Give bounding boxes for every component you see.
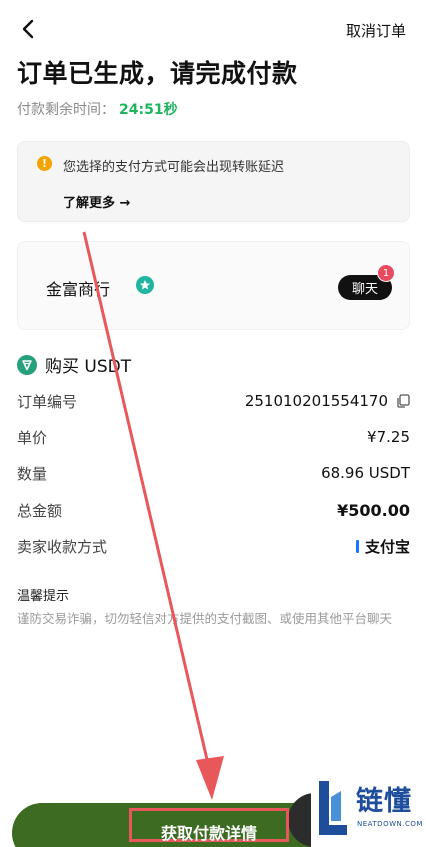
quantity-value: 68.96 USDT [321, 464, 410, 482]
order-header: 购买 USDT [17, 352, 131, 377]
unit-price-label: 单价 [17, 428, 48, 447]
notice-card: ! 您选择的支付方式可能会出现转账延迟 了解更多 → [17, 141, 410, 222]
cancel-order-button[interactable]: 取消订单 [346, 20, 406, 41]
unread-badge: 1 [377, 264, 395, 282]
watermark-brand: 链懂 [356, 786, 412, 817]
annotation-arrow-icon [82, 231, 224, 800]
order-number-row: 订单编号 251010201554170 [17, 389, 410, 413]
back-button[interactable] [16, 14, 40, 44]
total-amount-label: 总金额 [17, 501, 63, 520]
total-amount-value: ¥500.00 [337, 500, 410, 520]
copy-icon[interactable] [396, 394, 410, 408]
tips-text: 谨防交易诈骗，切勿轻信对方提供的支付截图、或使用其他平台聊天 [17, 611, 393, 626]
order-title: 购买 USDT [45, 357, 132, 377]
page-title: 订单已生成，请完成付款 [17, 59, 298, 88]
payment-method-marker [355, 539, 359, 553]
get-payment-details-label: 获取付款详情 [160, 824, 257, 843]
total-amount-row: 总金额 ¥500.00 [17, 498, 410, 522]
learn-more-link[interactable]: 了解更多 → [63, 192, 130, 211]
watermark: 链懂 NEATDOWN.COM [311, 771, 426, 847]
order-number-text: 251010201554170 [244, 392, 388, 410]
watermark-site: NEATDOWN.COM [357, 820, 423, 828]
annotation-highlight-box: 获取付款详情 [129, 808, 289, 843]
chevron-left-icon [22, 19, 34, 39]
order-number-value: 251010201554170 [245, 392, 410, 410]
quantity-row: 数量 68.96 USDT [17, 461, 410, 485]
unit-price-row: 单价 ¥7.25 [17, 425, 410, 449]
payment-method-text: 支付宝 [364, 537, 410, 556]
merchant-name[interactable]: 金富商行 [46, 276, 110, 300]
usdt-icon [17, 354, 37, 375]
notice-text: 您选择的支付方式可能会出现转账延迟 [63, 160, 285, 175]
countdown-row: 付款剩余时间： 24:51秒 [17, 99, 178, 119]
payment-method-label: 卖家收款方式 [17, 537, 108, 556]
payment-method-value: 支付宝 [355, 536, 410, 557]
watermark-logo-icon [319, 781, 347, 835]
countdown-time: 24:51秒 [119, 102, 178, 118]
verified-star-icon [136, 276, 154, 294]
merchant-card: 金富商行 聊天 1 [17, 241, 410, 330]
tips-title: 温馨提示 [17, 589, 70, 604]
payment-method-row: 卖家收款方式 支付宝 [17, 534, 410, 558]
unit-price-value: ¥7.25 [367, 428, 410, 446]
countdown-label: 付款剩余时间： [17, 102, 115, 118]
warning-icon: ! [37, 156, 52, 171]
quantity-label: 数量 [17, 464, 48, 483]
order-number-label: 订单编号 [17, 392, 78, 411]
top-bar: 取消订单 [0, 14, 426, 44]
